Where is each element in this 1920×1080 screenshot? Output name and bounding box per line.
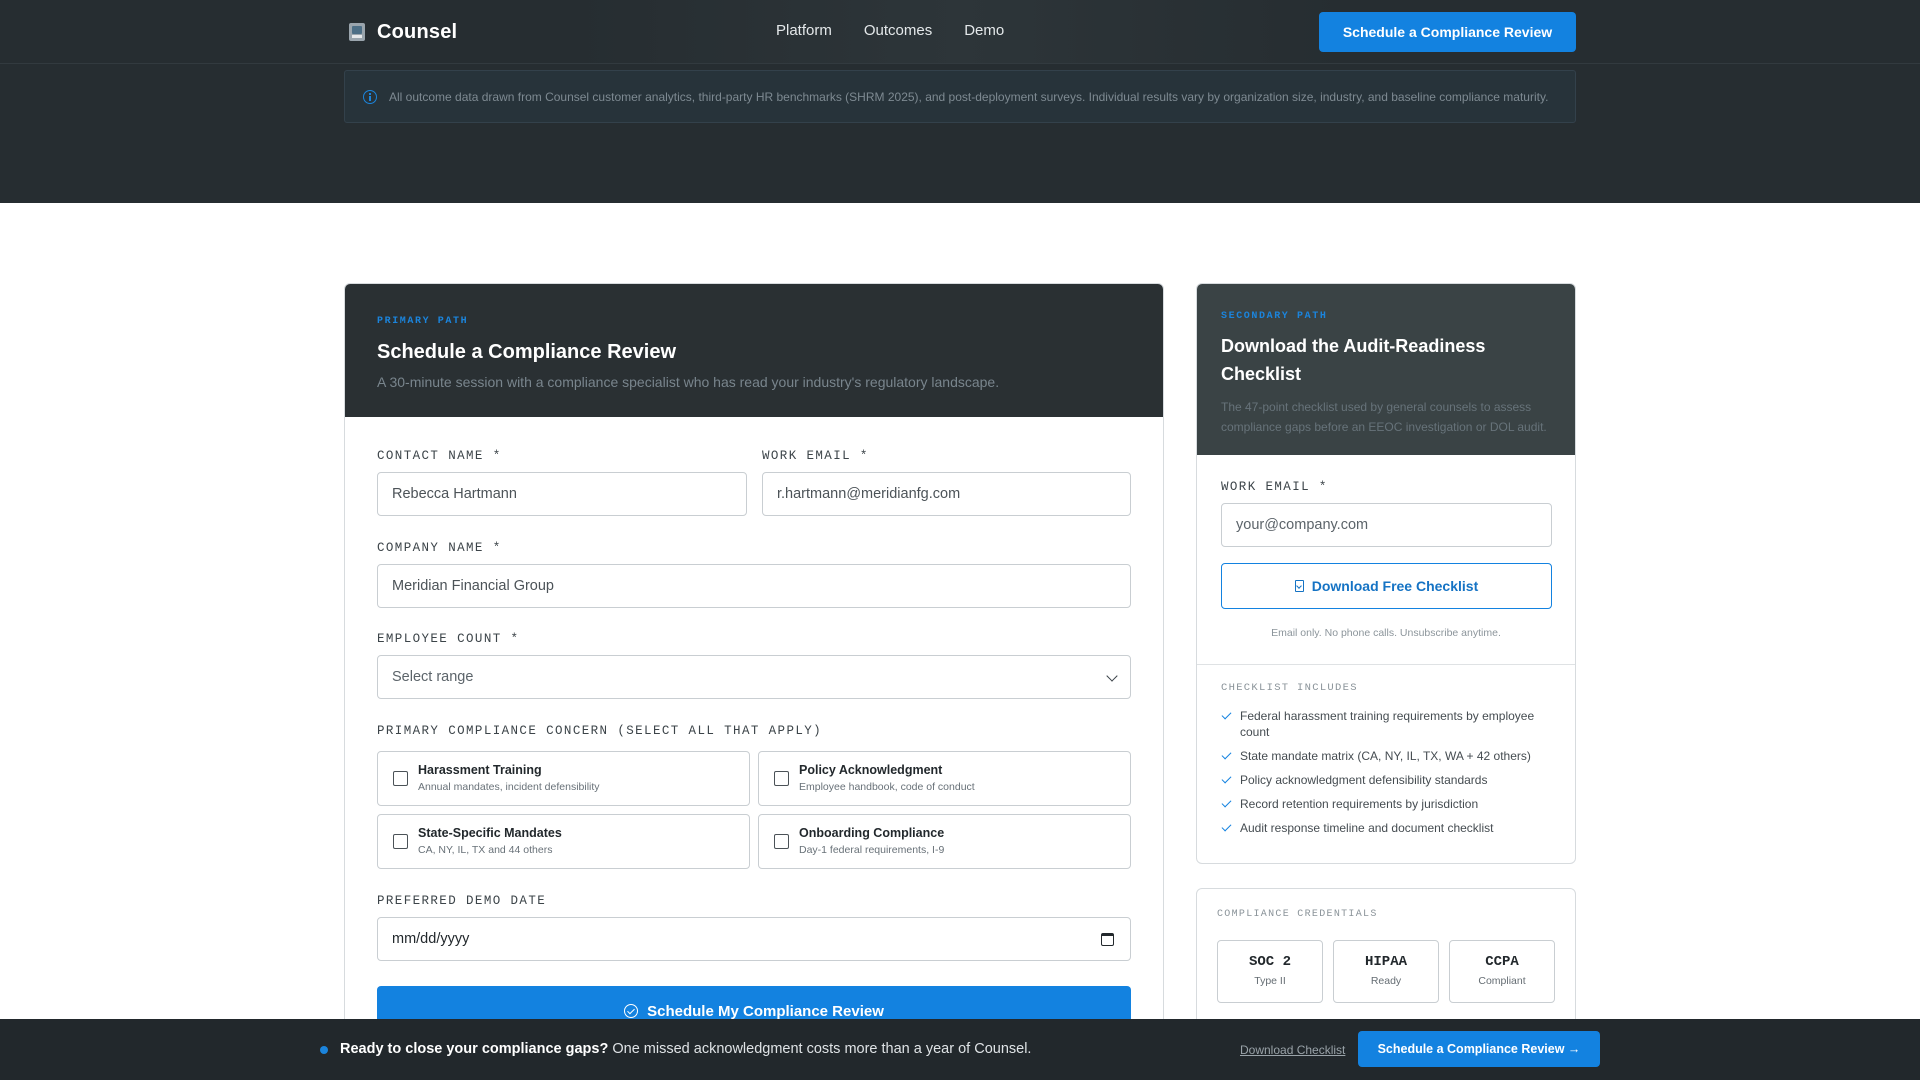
checklist-card-header: SECONDARY PATH Download the Audit-Readin…: [1197, 284, 1575, 455]
contact-name-input[interactable]: Rebecca Hartmann: [377, 472, 747, 516]
check-icon: [1221, 773, 1232, 784]
check-icon: [1221, 797, 1232, 808]
data-notice: All outcome data drawn from Counsel cust…: [344, 70, 1576, 123]
include-text: Record retention requirements by jurisdi…: [1240, 797, 1479, 811]
concern-desc: Employee handbook, code of conduct: [799, 781, 975, 793]
sticky-message: Ready to close your compliance gaps? One…: [340, 1041, 1031, 1057]
concern-onboarding-compliance[interactable]: Onboarding Compliance Day-1 federal requ…: [758, 814, 1131, 869]
brand[interactable]: Counsel: [349, 20, 457, 44]
check-icon: [1221, 749, 1232, 760]
primary-subtitle: A 30-minute session with a compliance sp…: [377, 374, 1000, 390]
concern-harassment-training[interactable]: Harassment Training Annual mandates, inc…: [377, 751, 750, 806]
employee-count-label: EMPLOYEE COUNT *: [377, 632, 520, 646]
checkbox[interactable]: [774, 834, 789, 849]
checklist-email-label: WORK EMAIL *: [1221, 480, 1328, 494]
primary-card-header: PRIMARY PATH Schedule a Compliance Revie…: [345, 284, 1163, 417]
list-item: Audit response timeline and document che…: [1221, 820, 1551, 836]
demo-date-value: mm/dd/yyyy: [392, 931, 470, 947]
checkbox[interactable]: [393, 771, 408, 786]
credential-name: CCPA: [1485, 954, 1519, 970]
credential-badge-hipaa: HIPAA Ready: [1333, 940, 1439, 1003]
concern-desc: CA, NY, IL, TX and 44 others: [418, 844, 553, 856]
credential-badge-soc2: SOC 2 Type II: [1217, 940, 1323, 1003]
include-text: Audit response timeline and document che…: [1240, 821, 1494, 835]
status-dot-icon: [320, 1046, 328, 1054]
credential-name: SOC 2: [1248, 954, 1291, 970]
includes-label: CHECKLIST INCLUDES: [1221, 682, 1358, 694]
list-item: Federal harassment training requirements…: [1221, 708, 1551, 740]
contact-name-label: CONTACT NAME *: [377, 449, 502, 463]
credential-name: HIPAA: [1364, 954, 1407, 970]
concern-desc: Annual mandates, incident defensibility: [418, 781, 600, 793]
employee-count-select[interactable]: Select range: [377, 655, 1131, 699]
logo-icon: [349, 23, 365, 41]
nav-links: Platform Outcomes Demo: [776, 22, 1004, 39]
work-email-input[interactable]: r.hartmann@meridianfg.com: [762, 472, 1131, 516]
check-icon: [1221, 821, 1232, 832]
info-icon: [363, 89, 377, 104]
chevron-down-icon: [1106, 670, 1118, 682]
nav-link-outcomes[interactable]: Outcomes: [864, 22, 932, 39]
check-icon: [1221, 709, 1232, 720]
nav-link-platform[interactable]: Platform: [776, 22, 832, 39]
primary-title: Schedule a Compliance Review: [377, 341, 676, 363]
brand-name: Counsel: [377, 20, 458, 43]
checkbox[interactable]: [774, 771, 789, 786]
sticky-lead: Ready to close your compliance gaps?: [340, 1041, 609, 1057]
calendar-icon[interactable]: [1101, 933, 1114, 946]
demo-date-input[interactable]: mm/dd/yyyy: [377, 917, 1131, 961]
checklist-subtitle: The 47-point checklist used by general c…: [1221, 400, 1547, 434]
download-label: Download Free Checklist: [1311, 578, 1479, 594]
company-name-label: COMPANY NAME *: [377, 541, 502, 555]
credentials-label: COMPLIANCE CREDENTIALS: [1217, 909, 1378, 920]
concern-title: Onboarding Compliance: [799, 826, 945, 840]
include-text: Policy acknowledgment defensibility stan…: [1240, 773, 1488, 787]
concern-label: PRIMARY COMPLIANCE CONCERN (SELECT ALL T…: [377, 724, 823, 738]
concern-desc: Day-1 federal requirements, I-9: [799, 844, 945, 856]
concern-title: Policy Acknowledgment: [799, 763, 943, 777]
check-circle-icon: [624, 1004, 639, 1018]
concern-title: State-Specific Mandates: [418, 826, 562, 840]
list-item: State mandate matrix (CA, NY, IL, TX, WA…: [1221, 748, 1551, 764]
sticky-download-link[interactable]: Download Checklist: [1240, 1043, 1345, 1057]
submit-label: Schedule My Compliance Review: [647, 1002, 884, 1020]
include-text: State mandate matrix (CA, NY, IL, TX, WA…: [1240, 749, 1531, 763]
credential-sub: Type II: [1254, 975, 1286, 987]
concern-title: Harassment Training: [418, 763, 542, 777]
top-nav: Counsel Platform Outcomes Demo Schedule …: [0, 0, 1920, 64]
list-item: Policy acknowledgment defensibility stan…: [1221, 772, 1551, 788]
concern-policy-acknowledgment[interactable]: Policy Acknowledgment Employee handbook,…: [758, 751, 1131, 806]
notice-text: All outcome data drawn from Counsel cust…: [389, 89, 1549, 104]
credential-badge-ccpa: CCPA Compliant: [1449, 940, 1555, 1003]
credential-sub: Ready: [1370, 975, 1402, 987]
checklist-card: SECONDARY PATH Download the Audit-Readin…: [1196, 283, 1576, 864]
employee-count-value: Select range: [392, 669, 474, 685]
primary-form-card: PRIMARY PATH Schedule a Compliance Revie…: [344, 283, 1164, 1043]
sticky-schedule-button[interactable]: Schedule a Compliance Review →: [1358, 1031, 1600, 1067]
secondary-eyebrow: SECONDARY PATH: [1221, 311, 1328, 322]
checkbox[interactable]: [393, 834, 408, 849]
nav-schedule-button[interactable]: Schedule a Compliance Review: [1319, 12, 1576, 52]
checklist-fine-print: Email only. No phone calls. Unsubscribe …: [1271, 627, 1501, 639]
list-item: Record retention requirements by jurisdi…: [1221, 796, 1551, 812]
divider: [1197, 664, 1575, 665]
download-checklist-button[interactable]: Download Free Checklist: [1221, 563, 1552, 609]
credential-sub: Compliant: [1478, 975, 1526, 987]
concern-state-mandates[interactable]: State-Specific Mandates CA, NY, IL, TX a…: [377, 814, 750, 869]
demo-date-label: PREFERRED DEMO DATE: [377, 894, 547, 908]
primary-eyebrow: PRIMARY PATH: [377, 316, 469, 327]
includes-list: Federal harassment training requirements…: [1221, 708, 1551, 844]
work-email-label: WORK EMAIL *: [762, 449, 869, 463]
checklist-title: Download the Audit-Readiness Checklist: [1221, 336, 1486, 384]
file-download-icon: [1294, 580, 1304, 592]
sticky-body: One missed acknowledgment costs more tha…: [612, 1041, 1032, 1057]
nav-link-demo[interactable]: Demo: [964, 22, 1004, 39]
include-text: Federal harassment training requirements…: [1240, 709, 1535, 739]
hero-band: Counsel Platform Outcomes Demo Schedule …: [0, 0, 1920, 203]
credentials-card: COMPLIANCE CREDENTIALS SOC 2 Type II HIP…: [1196, 888, 1576, 1038]
sticky-cta-bar: Ready to close your compliance gaps? One…: [0, 1019, 1920, 1080]
company-name-input[interactable]: Meridian Financial Group: [377, 564, 1131, 608]
checklist-email-input[interactable]: your@company.com: [1221, 503, 1552, 547]
